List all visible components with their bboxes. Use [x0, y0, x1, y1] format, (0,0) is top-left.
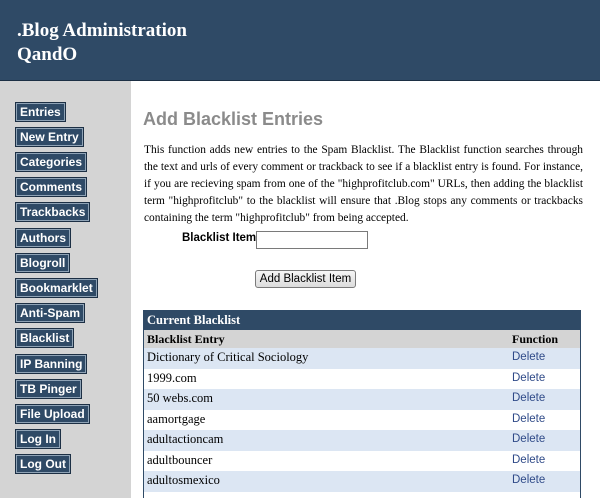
sidebar-item-categories[interactable]: Categories	[14, 152, 88, 172]
sidebar-item-tb-pinger[interactable]: TB Pinger	[15, 379, 82, 399]
column-header-entry: Blacklist Entry	[147, 332, 225, 346]
page-title: Add Blacklist Entries	[143, 109, 324, 129]
blacklist-entry: aamortgage	[147, 411, 206, 426]
sidebar-item-ip-banning[interactable]: IP Banning	[14, 354, 88, 374]
sidebar-item-trackbacks[interactable]: Trackbacks	[14, 202, 91, 222]
column-header-function: Function	[512, 332, 559, 346]
sidebar-item-bookmarklet[interactable]: Bookmarklet	[15, 278, 98, 298]
site-title-line1: .Blog Administration	[17, 20, 187, 41]
delete-link[interactable]: Delete	[512, 433, 545, 445]
sidebar-item-anti-spam[interactable]: Anti-Spam	[15, 303, 85, 323]
blacklist-entry: adultosmexico	[147, 473, 220, 487]
blacklist-entry: Dictionary of Critical Sociology	[147, 350, 309, 364]
blacklist-table-header: Blacklist Entry Function	[144, 330, 580, 348]
sidebar-item-blogroll[interactable]: Blogroll	[14, 253, 71, 273]
blacklist-entry: 1999.com	[147, 370, 197, 385]
site-title-line2: QandO	[17, 44, 78, 65]
sidebar-item-new-entry[interactable]: New Entry	[15, 127, 84, 147]
delete-link[interactable]: Delete	[512, 351, 545, 363]
sidebar-item-log-in[interactable]: Log In	[15, 429, 61, 449]
table-row: adultactioncam Delete	[144, 430, 580, 451]
table-row: 50 webs.com Delete	[144, 389, 580, 410]
sidebar-item-comments[interactable]: Comments	[14, 177, 88, 197]
main-content: Add Blacklist Entries This function adds…	[131, 81, 600, 498]
current-blacklist-table: Current Blacklist Blacklist Entry Functi…	[143, 310, 581, 498]
site-title: .Blog Administration QandO	[17, 19, 187, 67]
blacklist-item-input[interactable]	[256, 231, 368, 249]
delete-link[interactable]: Delete	[512, 474, 545, 486]
sidebar-item-entries[interactable]: Entries	[15, 102, 66, 122]
table-row: adultbouncer Delete	[144, 450, 580, 471]
delete-link[interactable]: Delete	[512, 413, 545, 425]
blacklist-entry: 50 webs.com	[147, 391, 213, 405]
sidebar-item-blacklist[interactable]: Blacklist	[14, 328, 75, 348]
blacklist-table-title: Current Blacklist	[144, 310, 580, 330]
sidebar-item-log-out[interactable]: Log Out	[15, 454, 71, 474]
blacklist-entry: adultbouncer	[147, 452, 213, 467]
blacklist-item-label: Blacklist Item:	[182, 232, 260, 244]
intro-text: This function adds new entries to the Sp…	[144, 144, 583, 224]
delete-link[interactable]: Delete	[512, 454, 545, 466]
header-bar: .Blog Administration QandO	[0, 0, 600, 81]
sidebar: Entries New Entry Categories Comments Tr…	[0, 81, 131, 498]
add-blacklist-item-button[interactable]: Add Blacklist Item	[255, 270, 356, 288]
sidebar-item-authors[interactable]: Authors	[15, 228, 71, 248]
table-row: aamortgage Delete	[144, 409, 580, 430]
delete-link[interactable]: Delete	[512, 392, 545, 404]
blacklist-entry: adultactioncam	[147, 432, 224, 446]
sidebar-item-file-upload[interactable]: File Upload	[15, 404, 90, 424]
table-row: Dictionary of Critical Sociology Delete	[144, 348, 580, 369]
table-row: 1999.com Delete	[144, 368, 580, 389]
table-row: adultosmexico Delete	[144, 471, 580, 492]
delete-link[interactable]: Delete	[512, 372, 545, 384]
